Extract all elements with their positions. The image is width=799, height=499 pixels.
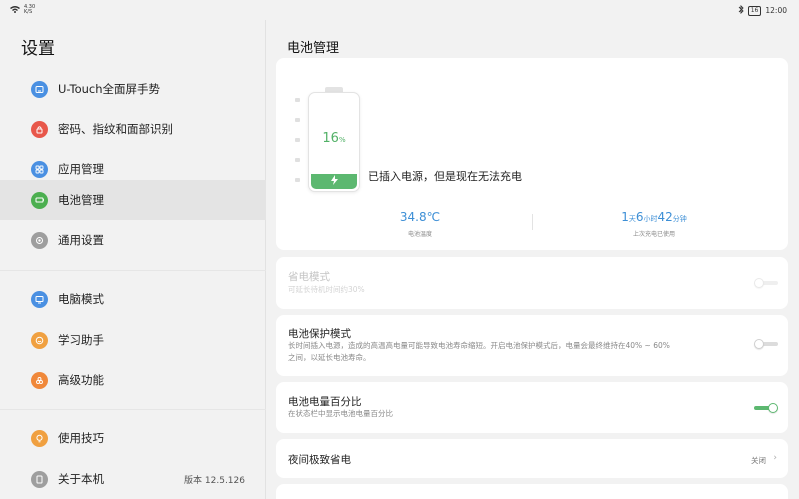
gear-icon [31, 231, 48, 249]
battery-protection-toggle[interactable] [754, 339, 778, 349]
battery-graphic: 16% [308, 92, 360, 192]
sidebar-item-battery[interactable]: 电池管理 [0, 180, 266, 220]
battery-overview-card: 16% 已插入电源，但是现在无法充电 34.8℃ 电池温度 1天6小时42分钟 … [276, 58, 788, 250]
usage-minutes: 42 [657, 210, 673, 224]
sidebar-item-tips[interactable]: 使用技巧 [0, 418, 266, 458]
sidebar-item-label: 关于本机 [58, 472, 104, 486]
battery-protection-subtitle-2: 之间，以延长电池寿命。 [288, 353, 371, 362]
monitor-icon [31, 290, 48, 308]
sidebar-title: 设置 [21, 39, 55, 59]
sidebar-item-label: 密码、指纹和面部识别 [58, 122, 173, 136]
sidebar-item-label: U-Touch全面屏手势 [58, 82, 161, 96]
stat-divider [532, 214, 533, 230]
chevron-right-icon: › [773, 453, 777, 463]
battery-percentage-toggle[interactable] [754, 403, 778, 413]
battery-protection-title: 电池保护模式 [288, 328, 351, 340]
network-speed-unit: K/S [24, 9, 33, 15]
sidebar-item-about[interactable]: 关于本机 版本 12.5.126 [0, 459, 266, 499]
info-icon [31, 470, 48, 488]
sidebar-item-advanced[interactable]: 高级功能 [0, 360, 266, 400]
night-saving-title: 夜间极致省电 [288, 454, 351, 466]
gesture-icon [31, 80, 48, 98]
battery-percentage-row[interactable]: 电池电量百分比 在状态栏中显示电池电量百分比 [276, 382, 788, 433]
advanced-icon [31, 371, 48, 389]
usage-hours: 6 [635, 210, 644, 224]
sidebar-item-pc-mode[interactable]: 电脑模式 [0, 279, 266, 319]
battery-percentage-subtitle: 在状态栏中显示电池电量百分比 [288, 409, 393, 418]
sidebar-item-security[interactable]: 密码、指纹和面部识别 [0, 109, 266, 149]
charging-status-message: 已插入电源，但是现在无法充电 [368, 170, 522, 183]
power-saving-row[interactable]: 省电模式 可延长待机时间约30% [276, 257, 788, 309]
sidebar-item-utouch[interactable]: U-Touch全面屏手势 [0, 69, 266, 109]
battery-percent: 16% [309, 131, 359, 146]
clock: 12:00 [765, 6, 787, 15]
version-text: 版本 12.5.126 [184, 475, 245, 486]
sidebar-divider [0, 270, 266, 271]
network-speed: 4.30 K/S [24, 5, 35, 15]
status-left: 4.30 K/S [10, 5, 35, 15]
night-saving-value: 关闭 [751, 456, 766, 465]
status-right: 16 12:00 [738, 4, 787, 16]
battery-management-panel: 电池管理 16% 已插入电源，但是现在无法充电 34.8℃ 电池温度 1天6小时… [267, 20, 799, 499]
smile-icon [31, 331, 48, 349]
wifi-icon [10, 5, 20, 15]
usage-hours-unit: 小时 [643, 215, 658, 223]
night-saving-row[interactable]: 夜间极致省电 关闭 › [276, 439, 788, 478]
sidebar-item-label: 电池管理 [58, 193, 104, 207]
sidebar-divider [0, 409, 266, 410]
apps-icon [31, 160, 48, 178]
lock-icon [31, 120, 48, 138]
usage-days: 1 [621, 210, 629, 224]
battery-percentage-title: 电池电量百分比 [288, 396, 362, 408]
power-saving-subtitle: 可延长待机时间约30% [288, 285, 365, 294]
battery-status-icon: 16 [747, 5, 762, 16]
charging-bolt-icon [330, 175, 338, 188]
sidebar-item-learning[interactable]: 学习助手 [0, 320, 266, 360]
battery-percent-value: 16 [322, 131, 339, 146]
tips-icon [31, 429, 48, 447]
sidebar-item-label: 使用技巧 [58, 431, 104, 445]
status-bar: 4.30 K/S 16 12:00 [0, 0, 799, 20]
battery-temperature-value: 34.8℃ [399, 210, 441, 224]
sidebar-item-label: 高级功能 [58, 373, 104, 387]
usage-days-unit: 天 [628, 215, 636, 223]
bluetooth-icon [738, 4, 744, 16]
sidebar-item-label: 学习助手 [58, 333, 104, 347]
power-saving-title: 省电模式 [288, 271, 330, 283]
battery-percent-unit: % [338, 136, 346, 144]
battery-protection-row[interactable]: 电池保护模式 长时间插入电源，造成的高温高电量可能导致电池寿命缩短。开启电池保护… [276, 315, 788, 376]
page-title: 电池管理 [287, 41, 340, 56]
settings-sidebar: 设置 U-Touch全面屏手势 密码、指纹和面部识别 应用管理 电池管理 通用设… [0, 20, 266, 499]
usage-time-stat: 1天6小时42分钟 上次充电已使用 [554, 210, 754, 238]
battery-temperature-stat: 34.8℃ 电池温度 [320, 210, 520, 238]
usage-time-label: 上次充电已使用 [632, 231, 675, 238]
battery-temperature-label: 电池温度 [407, 231, 432, 238]
sidebar-item-label: 通用设置 [58, 233, 104, 247]
sidebar-item-label: 电脑模式 [58, 292, 104, 306]
power-saving-toggle[interactable] [754, 278, 778, 288]
battery-protection-subtitle-1: 长时间插入电源，造成的高温高电量可能导致电池寿命缩短。开启电池保护模式后，电量会… [288, 341, 670, 350]
sidebar-item-general[interactable]: 通用设置 [0, 220, 266, 260]
usage-minutes-unit: 分钟 [672, 215, 687, 223]
battery-fill [311, 174, 357, 189]
sidebar-item-label: 应用管理 [58, 162, 104, 176]
next-setting-card[interactable] [276, 484, 788, 499]
battery-icon [31, 191, 48, 209]
usage-time-value: 1天6小时42分钟 [554, 210, 754, 224]
